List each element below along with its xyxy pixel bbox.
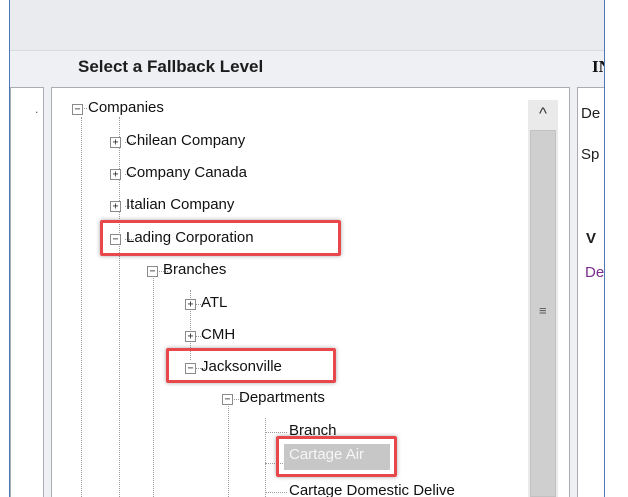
tree-node-label: Cartage Domestic Delive xyxy=(289,482,455,497)
tree-node-departments[interactable]: Departments xyxy=(239,388,325,408)
tree-line xyxy=(265,418,266,497)
tree-node-italian-company[interactable]: Italian Company xyxy=(126,195,234,215)
scroll-grip-icon: ≡ xyxy=(539,303,547,318)
left-margin xyxy=(0,0,9,497)
tree-node-label: CMH xyxy=(201,326,236,343)
right-border xyxy=(604,0,605,497)
tree-node-label: ATL xyxy=(201,294,228,311)
tree-node-label: Departments xyxy=(239,389,325,406)
tree-node-company-canada[interactable]: Company Canada xyxy=(126,163,247,183)
app-window: Select a Fallback Level INC . − + + + − … xyxy=(0,0,628,497)
tree-line xyxy=(265,492,287,493)
highlight-lading-corporation xyxy=(100,220,341,256)
right-panel-tab[interactable]: Sp xyxy=(581,146,599,163)
collapse-departments-icon[interactable]: − xyxy=(222,394,233,405)
expand-cmh-icon[interactable]: + xyxy=(185,331,196,342)
tree-node-cartage-domestic[interactable]: Cartage Domestic Delive xyxy=(289,481,455,497)
collapse-branches-icon[interactable]: − xyxy=(147,266,158,277)
right-panel-section: V xyxy=(586,230,597,247)
expand-italian-icon[interactable]: + xyxy=(110,201,121,212)
right-margin xyxy=(604,0,628,497)
left-list-panel[interactable]: . xyxy=(10,87,44,497)
expand-canada-icon[interactable]: + xyxy=(110,169,121,180)
highlight-jacksonville xyxy=(166,348,336,383)
collapse-companies-icon[interactable]: − xyxy=(72,104,83,115)
tree-node-label: Companies xyxy=(88,99,164,116)
tree-node-companies[interactable]: Companies xyxy=(88,98,164,118)
tree-line xyxy=(81,117,82,497)
tree-node-branches[interactable]: Branches xyxy=(163,260,226,280)
panel-title: Select a Fallback Level xyxy=(78,57,264,76)
highlight-cartage-air xyxy=(276,436,397,477)
tree-line xyxy=(265,432,287,433)
tree-node-cmh[interactable]: CMH xyxy=(201,325,235,345)
tree-line xyxy=(153,276,154,497)
tree-node-chilean-company[interactable]: Chilean Company xyxy=(126,131,245,151)
tree-node-label: Italian Company xyxy=(126,196,235,213)
right-panel-link[interactable]: De xyxy=(585,264,604,281)
tree-node-label: Company Canada xyxy=(126,164,247,181)
expand-chilean-icon[interactable]: + xyxy=(110,137,121,148)
top-toolbar xyxy=(0,0,628,51)
tree-node-label: Branches xyxy=(163,261,227,278)
tree-line xyxy=(228,404,229,497)
tree-node-label: Chilean Company xyxy=(126,132,246,149)
scrollbar-thumb[interactable]: ≡ xyxy=(530,130,556,497)
tree-node-atl[interactable]: ATL xyxy=(201,293,227,313)
right-panel-label: De xyxy=(581,105,601,122)
left-list-dot: . xyxy=(35,102,39,116)
expand-atl-icon[interactable]: + xyxy=(185,299,196,310)
scroll-up-arrow-icon[interactable]: ^ xyxy=(528,100,558,128)
